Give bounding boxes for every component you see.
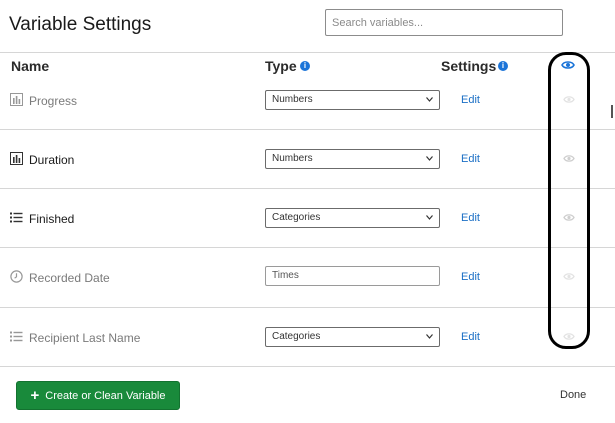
scrollbar-thumb[interactable] — [611, 105, 613, 118]
variable-row-recipient-last-name: Recipient Last Name Categories Edit — [0, 307, 615, 366]
type-select-value: Categories — [272, 212, 321, 223]
list-icon — [10, 331, 23, 342]
bar-chart-icon — [10, 152, 23, 165]
edit-link[interactable]: Edit — [461, 94, 480, 106]
type-select[interactable]: Categories — [265, 208, 440, 228]
variable-name: Duration — [29, 153, 75, 167]
chevron-down-icon — [426, 215, 433, 220]
variable-name: Recorded Date — [29, 271, 110, 285]
variable-name: Recipient Last Name — [29, 331, 141, 345]
chevron-down-icon — [426, 156, 433, 161]
type-select-value: Numbers — [272, 94, 313, 105]
chevron-down-icon — [426, 334, 433, 339]
row-divider — [0, 366, 615, 367]
type-text-field[interactable]: Times — [265, 266, 440, 286]
variable-row-duration: Duration Numbers Edit — [0, 129, 615, 188]
create-button-label: Create or Clean Variable — [45, 389, 166, 402]
plus-icon: + — [30, 387, 40, 404]
chevron-down-icon — [426, 97, 433, 102]
type-select[interactable]: Numbers — [265, 90, 440, 110]
type-select-value: Numbers — [272, 153, 313, 164]
edit-link[interactable]: Edit — [461, 271, 480, 283]
type-select[interactable]: Numbers — [265, 149, 440, 169]
variable-name: Progress — [29, 94, 78, 108]
variable-row-progress: Progress Numbers Edit — [0, 70, 615, 129]
done-button[interactable]: Done — [560, 389, 586, 401]
modal-header: Variable Settings — [0, 0, 615, 52]
type-field-value: Times — [272, 270, 299, 281]
header-divider — [0, 52, 615, 53]
create-or-clean-variable-button[interactable]: + Create or Clean Variable — [16, 381, 180, 410]
variable-row-recorded-date: Recorded Date Times Edit — [0, 247, 615, 306]
edit-link[interactable]: Edit — [461, 153, 480, 165]
list-icon — [10, 212, 23, 223]
type-select[interactable]: Categories — [265, 327, 440, 347]
bar-chart-icon — [10, 93, 23, 106]
search-input[interactable] — [325, 9, 563, 36]
type-select-value: Categories — [272, 331, 321, 342]
edit-link[interactable]: Edit — [461, 212, 480, 224]
edit-link[interactable]: Edit — [461, 331, 480, 343]
variable-name: Finished — [29, 212, 75, 226]
clock-icon — [10, 270, 23, 283]
variable-row-finished: Finished Categories Edit — [0, 188, 615, 247]
visibility-column-highlight — [548, 52, 590, 349]
modal-title: Variable Settings — [9, 14, 152, 35]
